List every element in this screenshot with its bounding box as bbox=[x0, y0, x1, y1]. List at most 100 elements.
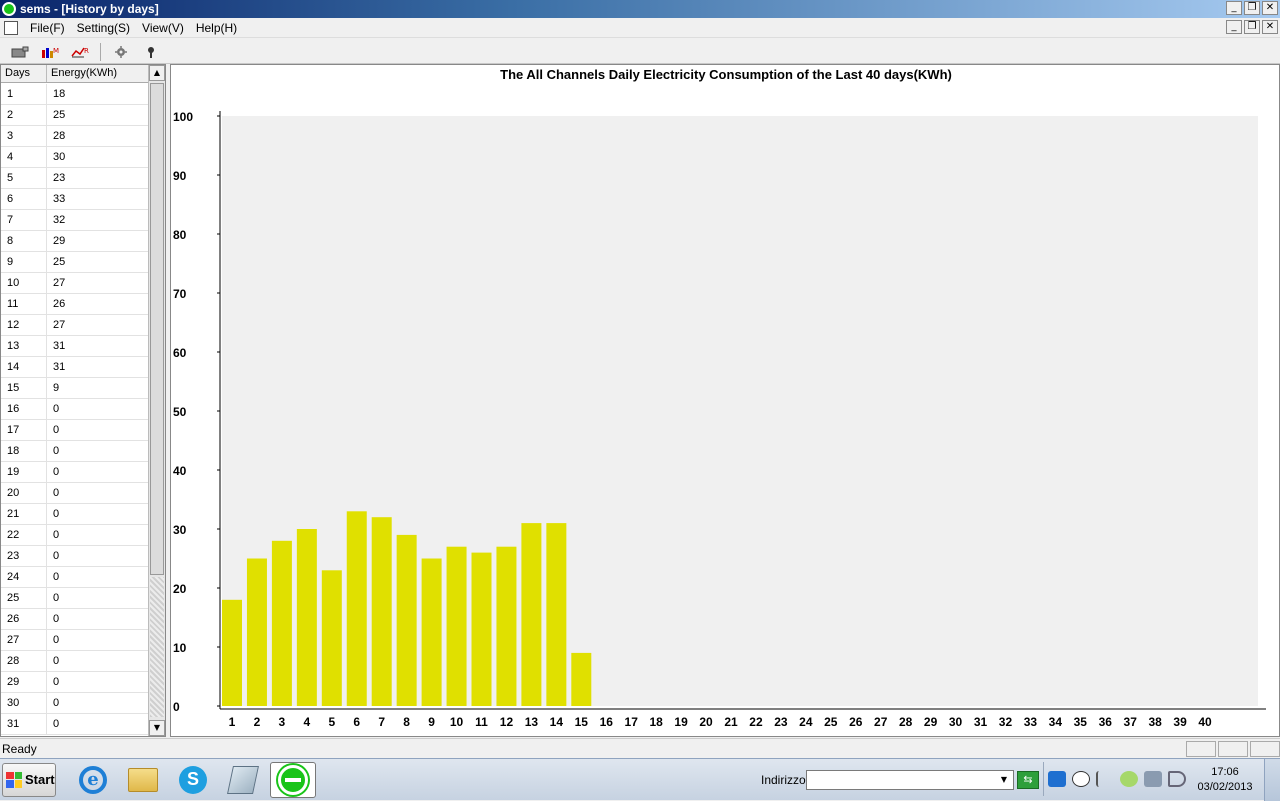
folder-icon bbox=[128, 767, 158, 792]
menu-help[interactable]: Help(H) bbox=[190, 21, 243, 35]
child-minimize-button[interactable]: _ bbox=[1226, 20, 1242, 34]
table-row[interactable]: 24 0 bbox=[1, 567, 149, 588]
table-row[interactable]: 13 31 bbox=[1, 336, 149, 357]
help-button[interactable] bbox=[139, 42, 163, 62]
y-tick-label: 0 bbox=[173, 700, 180, 714]
table-row[interactable]: 25 0 bbox=[1, 588, 149, 609]
table-row[interactable]: 30 0 bbox=[1, 693, 149, 714]
table-row[interactable]: 10 27 bbox=[1, 273, 149, 294]
bar bbox=[421, 558, 442, 706]
sems-app-icon bbox=[2, 2, 16, 16]
table-row[interactable]: 14 31 bbox=[1, 357, 149, 378]
flag-icon[interactable] bbox=[1096, 771, 1114, 787]
table-row[interactable]: 5 23 bbox=[1, 168, 149, 189]
restore-button[interactable]: ❐ bbox=[1244, 1, 1260, 15]
speaker-icon[interactable] bbox=[1168, 771, 1186, 787]
cell-energy: 0 bbox=[53, 508, 60, 520]
taskbar-tablet[interactable] bbox=[220, 762, 266, 798]
scroll-down-icon[interactable]: ▼ bbox=[149, 720, 165, 736]
table-row[interactable]: 1 18 bbox=[1, 84, 149, 105]
table-row[interactable]: 28 0 bbox=[1, 651, 149, 672]
chevron-down-icon[interactable]: ▼ bbox=[996, 772, 1012, 788]
cell-day: 13 bbox=[1, 336, 47, 356]
table-row[interactable]: 9 25 bbox=[1, 252, 149, 273]
toolbar: M R bbox=[0, 40, 1280, 64]
cell-energy: 9 bbox=[53, 382, 60, 394]
table-row[interactable]: 6 33 bbox=[1, 189, 149, 210]
vertical-scrollbar[interactable]: ▲ ▼ bbox=[148, 65, 165, 736]
x-tick-label: 39 bbox=[1173, 715, 1187, 729]
table-row[interactable]: 23 0 bbox=[1, 546, 149, 567]
address-input[interactable] bbox=[806, 770, 1014, 790]
clock-time: 17:06 bbox=[1211, 766, 1239, 778]
minimize-button[interactable]: _ bbox=[1226, 1, 1242, 15]
cell-energy: 0 bbox=[53, 424, 60, 436]
x-tick-label: 6 bbox=[353, 715, 360, 729]
history-chart-button[interactable]: R bbox=[68, 42, 92, 62]
bar bbox=[346, 511, 367, 706]
table-row[interactable]: 27 0 bbox=[1, 630, 149, 651]
table-row[interactable]: 20 0 bbox=[1, 483, 149, 504]
scroll-thumb[interactable] bbox=[150, 83, 164, 575]
taskbar-explorer[interactable] bbox=[120, 762, 166, 798]
table-row[interactable]: 21 0 bbox=[1, 504, 149, 525]
days-table: Days Energy(KWh) 1 18 2 25 3 28 4 30 5 23 6 33 7 32 8 2… bbox=[0, 64, 166, 737]
table-row[interactable]: 22 0 bbox=[1, 525, 149, 546]
menu-view[interactable]: View(V) bbox=[136, 21, 190, 35]
window-title: sems - [History by days] bbox=[20, 2, 159, 16]
taskbar-skype[interactable]: S bbox=[170, 762, 216, 798]
settings-button[interactable] bbox=[109, 42, 133, 62]
daily-chart-button[interactable]: M bbox=[38, 42, 62, 62]
bar bbox=[371, 517, 392, 706]
leaf-icon[interactable] bbox=[1120, 771, 1138, 787]
column-header-energy[interactable]: Energy(KWh) bbox=[47, 65, 149, 82]
table-row[interactable]: 26 0 bbox=[1, 609, 149, 630]
table-row[interactable]: 3 28 bbox=[1, 126, 149, 147]
cell-energy: 33 bbox=[53, 193, 66, 205]
table-row[interactable]: 17 0 bbox=[1, 420, 149, 441]
teamviewer-icon[interactable] bbox=[1048, 771, 1066, 787]
table-row[interactable]: 29 0 bbox=[1, 672, 149, 693]
table-row[interactable]: 31 0 bbox=[1, 714, 149, 735]
sems-icon bbox=[278, 764, 308, 795]
network-icon[interactable] bbox=[1144, 771, 1162, 787]
cell-energy: 25 bbox=[53, 256, 66, 268]
cell-day: 20 bbox=[1, 483, 47, 503]
x-tick-label: 38 bbox=[1148, 715, 1162, 729]
cell-energy: 29 bbox=[53, 235, 66, 247]
document-icon[interactable] bbox=[4, 20, 18, 35]
cell-energy: 0 bbox=[53, 445, 60, 457]
scroll-up-icon[interactable]: ▲ bbox=[149, 65, 165, 81]
table-row[interactable]: 12 27 bbox=[1, 315, 149, 336]
close-button[interactable]: ✕ bbox=[1262, 1, 1278, 15]
taskbar-sems[interactable] bbox=[270, 761, 316, 798]
table-row[interactable]: 4 30 bbox=[1, 147, 149, 168]
cell-energy: 26 bbox=[53, 298, 66, 310]
skype-icon: S bbox=[179, 765, 207, 794]
bar bbox=[546, 523, 567, 706]
column-header-days[interactable]: Days bbox=[1, 65, 47, 82]
table-row[interactable]: 18 0 bbox=[1, 441, 149, 462]
cell-energy: 32 bbox=[53, 214, 66, 226]
camera-button[interactable] bbox=[8, 42, 32, 62]
table-row[interactable]: 7 32 bbox=[1, 210, 149, 231]
scroll-track[interactable] bbox=[150, 577, 164, 717]
menu-file[interactable]: File(F) bbox=[24, 21, 71, 35]
bar bbox=[271, 540, 292, 706]
child-close-button[interactable]: ✕ bbox=[1262, 20, 1278, 34]
table-row[interactable]: 16 0 bbox=[1, 399, 149, 420]
table-row[interactable]: 11 26 bbox=[1, 294, 149, 315]
taskbar-internet-explorer[interactable]: e bbox=[70, 762, 116, 798]
menu-setting[interactable]: Setting(S) bbox=[71, 21, 136, 35]
show-desktop-button[interactable] bbox=[1264, 759, 1280, 801]
child-restore-button[interactable]: ❐ bbox=[1244, 20, 1260, 34]
clock[interactable]: 17:06 03/02/2013 bbox=[1190, 765, 1260, 795]
x-tick-label: 18 bbox=[649, 715, 663, 729]
start-button[interactable]: Start bbox=[2, 762, 56, 797]
panda-icon[interactable] bbox=[1072, 771, 1090, 787]
table-row[interactable]: 15 9 bbox=[1, 378, 149, 399]
go-button[interactable]: ⇆ bbox=[1017, 771, 1039, 789]
table-row[interactable]: 19 0 bbox=[1, 462, 149, 483]
table-row[interactable]: 8 29 bbox=[1, 231, 149, 252]
table-row[interactable]: 2 25 bbox=[1, 105, 149, 126]
